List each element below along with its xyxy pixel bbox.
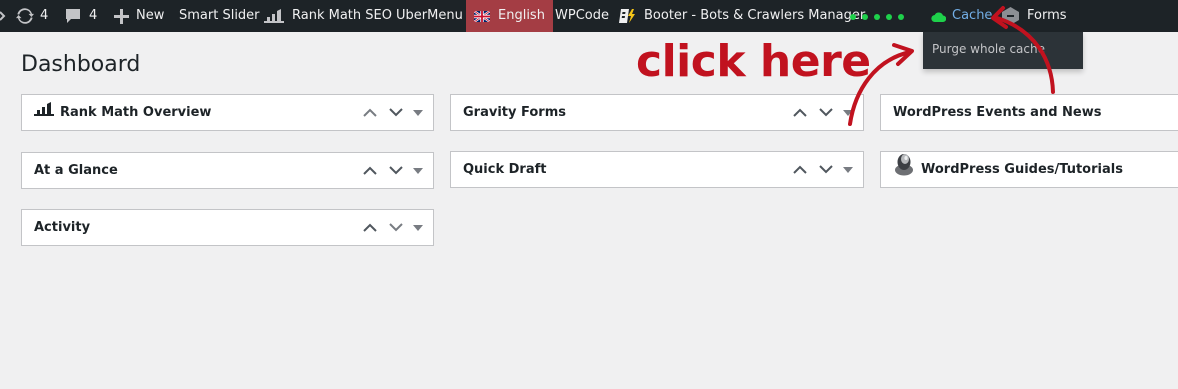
language-label: English — [498, 8, 545, 23]
forms-label: Forms — [1027, 8, 1067, 23]
cache-menu[interactable]: Cache — [931, 0, 992, 32]
move-down-button[interactable] — [383, 210, 409, 245]
rank-math-label: Rank Math SEO — [292, 8, 392, 23]
chevron-down-icon — [389, 108, 403, 117]
chevron-down-icon — [389, 166, 403, 175]
widget-title[interactable]: WordPress Events and News — [893, 95, 1102, 130]
widget-quick-draft: Quick Draft — [450, 151, 864, 188]
chevron-up-icon — [793, 165, 807, 174]
caret-down-icon — [843, 166, 853, 173]
status-dot — [850, 14, 856, 20]
widget-wordpress-events-news: WordPress Events and News — [880, 94, 1178, 131]
widget-activity: Activity — [21, 209, 434, 246]
arrowhead-left — [892, 43, 914, 66]
caret-down-icon — [413, 224, 423, 231]
purge-cache-link[interactable]: Purge whole cache — [932, 42, 1045, 56]
cloud-icon — [931, 11, 946, 22]
widget-title[interactable]: Quick Draft — [463, 152, 546, 187]
chevron-up-icon — [363, 223, 377, 232]
cache-submenu: Purge whole cache — [923, 32, 1083, 69]
comment-icon — [65, 8, 81, 24]
wpcode-label: WPCode — [555, 8, 609, 23]
status-dot — [874, 14, 880, 20]
move-up-button[interactable] — [787, 95, 813, 130]
comments-count: 4 — [89, 8, 98, 23]
updates-count: 4 — [40, 8, 49, 23]
caret-down-icon — [843, 109, 853, 116]
toggle-panel-button[interactable] — [839, 95, 857, 130]
widget-wordpress-guides: WordPress Guides/Tutorials — [880, 151, 1178, 188]
click-here-annotation: click here — [636, 36, 871, 87]
toggle-panel-button[interactable] — [409, 153, 427, 188]
widget-title[interactable]: Activity — [34, 210, 90, 245]
plus-icon — [114, 8, 129, 24]
widget-rank-math-overview: Rank Math Overview — [21, 94, 434, 131]
smart-slider-link[interactable]: Smart Slider — [179, 0, 260, 32]
move-up-button[interactable] — [787, 152, 813, 187]
chevron-down-icon — [819, 108, 833, 117]
gravity-forms-icon — [1002, 7, 1019, 25]
wpcode-link[interactable]: WPCode — [555, 0, 609, 32]
widget-gravity-forms: Gravity Forms — [450, 94, 864, 131]
move-up-button[interactable] — [357, 210, 383, 245]
move-down-button[interactable] — [813, 95, 839, 130]
status-dot — [862, 14, 868, 20]
toggle-panel-button[interactable] — [409, 95, 427, 130]
chevron-down-icon — [389, 223, 403, 232]
status-dots — [850, 14, 904, 20]
caret-down-icon — [413, 109, 423, 116]
widget-at-a-glance: At a Glance — [21, 152, 434, 189]
toggle-panel-button[interactable] — [409, 210, 427, 245]
move-down-button[interactable] — [383, 153, 409, 188]
cache-label: Cache — [952, 8, 993, 23]
booter-icon — [619, 8, 637, 24]
toggle-panel-button[interactable] — [839, 152, 857, 187]
move-up-button[interactable] — [357, 95, 383, 130]
status-dot — [886, 14, 892, 20]
comments-button[interactable]: 4 — [65, 0, 97, 32]
widget-title[interactable]: WordPress Guides/Tutorials — [921, 152, 1123, 187]
move-up-button[interactable] — [357, 153, 383, 188]
status-dot — [898, 14, 904, 20]
forms-link[interactable]: Forms — [1002, 0, 1067, 32]
move-down-button[interactable] — [813, 152, 839, 187]
chevron-up-icon — [793, 108, 807, 117]
updates-icon — [16, 7, 34, 25]
language-switcher[interactable]: English — [466, 0, 553, 32]
chevron-up-icon — [363, 166, 377, 175]
widget-title[interactable]: Rank Math Overview — [60, 95, 211, 130]
widget-title[interactable]: At a Glance — [34, 153, 118, 188]
caret-down-icon — [413, 167, 423, 174]
ubermenu-label: UberMenu — [396, 8, 463, 23]
move-down-button[interactable] — [383, 95, 409, 130]
admin-bar: 4 4 New Smart Slider Rank Math SEO UberM… — [0, 0, 1178, 32]
rank-math-icon — [34, 95, 54, 130]
new-label: New — [136, 8, 165, 23]
new-content-button[interactable]: New — [114, 0, 164, 32]
updates-button[interactable]: 4 — [16, 0, 48, 32]
page-title: Dashboard — [21, 52, 141, 77]
wp-logo-icon[interactable] — [0, 0, 6, 32]
smart-slider-label: Smart Slider — [179, 8, 260, 23]
chevron-down-icon — [819, 165, 833, 174]
chevron-up-icon — [363, 108, 377, 117]
booter-label: Booter - Bots & Crawlers Manager — [644, 8, 866, 23]
rank-math-icon — [264, 9, 284, 23]
uk-flag-icon — [474, 10, 490, 22]
rank-math-link[interactable]: Rank Math SEO — [264, 0, 392, 32]
ubermenu-link[interactable]: UberMenu — [396, 0, 463, 32]
widget-title[interactable]: Gravity Forms — [463, 95, 566, 130]
booter-link[interactable]: Booter - Bots & Crawlers Manager — [619, 0, 865, 32]
wp-guides-avatar-icon — [893, 150, 915, 190]
